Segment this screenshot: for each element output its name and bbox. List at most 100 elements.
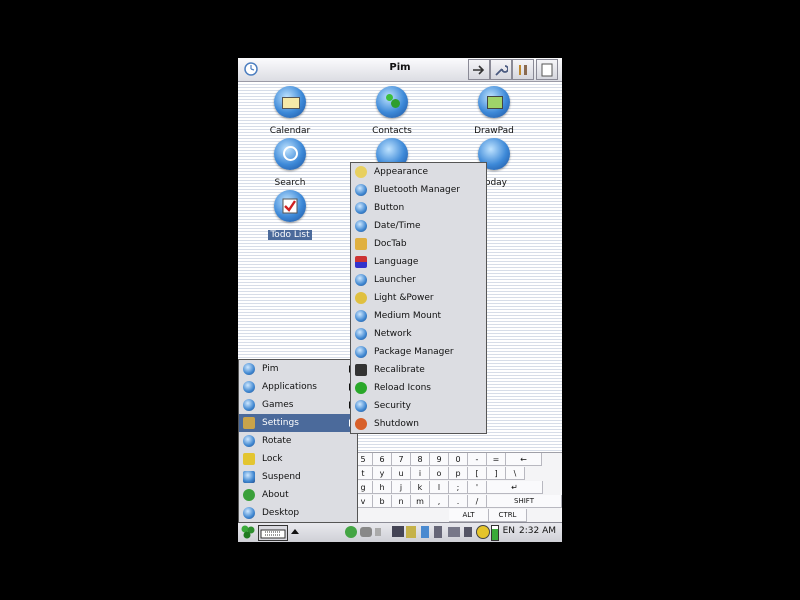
key[interactable]: [ bbox=[468, 467, 487, 480]
backspace-key[interactable]: ← bbox=[506, 453, 542, 466]
calendar-icon bbox=[274, 86, 306, 118]
key[interactable]: ; bbox=[449, 481, 468, 494]
terminal-icon[interactable] bbox=[392, 526, 404, 537]
menu-item-desktop[interactable]: Desktop bbox=[239, 504, 357, 522]
key[interactable]: ' bbox=[468, 481, 487, 494]
enter-key[interactable]: ↵ bbox=[487, 481, 543, 494]
settings-button[interactable] bbox=[512, 59, 534, 80]
keyboard-toggle-button[interactable] bbox=[258, 525, 288, 541]
onscreen-keyboard[interactable]: 5 6 7 8 9 0 - = ← t y u i o p [ ] \ g h … bbox=[354, 452, 562, 523]
menu-item-pim[interactable]: Pim bbox=[239, 360, 357, 378]
tab-switch-button[interactable] bbox=[468, 59, 490, 80]
document-button[interactable] bbox=[536, 59, 558, 80]
key[interactable]: o bbox=[430, 467, 449, 480]
key[interactable]: / bbox=[468, 495, 487, 508]
key[interactable]: p bbox=[449, 467, 468, 480]
light-icon[interactable] bbox=[476, 525, 490, 539]
key[interactable]: 9 bbox=[430, 453, 449, 466]
app-calendar[interactable]: Calendar bbox=[254, 86, 326, 137]
menu-item-bluetooth-manager[interactable]: Bluetooth Manager bbox=[351, 181, 486, 199]
keyboard-row-2: t y u i o p [ ] \ bbox=[354, 467, 525, 481]
games-icon bbox=[243, 399, 255, 411]
recalibrate-icon bbox=[355, 364, 367, 376]
ctrl-key[interactable]: CTRL bbox=[489, 509, 527, 522]
suspend-icon bbox=[243, 471, 255, 483]
menu-item-doctab[interactable]: DocTab bbox=[351, 235, 486, 253]
menu-item-lock[interactable]: Lock bbox=[239, 450, 357, 468]
language-indicator[interactable]: EN bbox=[503, 526, 515, 536]
key[interactable]: - bbox=[468, 453, 487, 466]
input-method-arrow-icon[interactable] bbox=[291, 529, 299, 534]
start-menu-icon[interactable] bbox=[240, 524, 256, 540]
menu-item-applications[interactable]: Applications bbox=[239, 378, 357, 396]
menu-item-button[interactable]: Button bbox=[351, 199, 486, 217]
pim-icon bbox=[243, 363, 255, 375]
menu-item-reload-icons[interactable]: Reload Icons bbox=[351, 379, 486, 397]
keyboard-row-3: g h j k l ; ' ↵ bbox=[354, 481, 543, 495]
menu-item-settings[interactable]: Settings bbox=[239, 414, 357, 432]
title-bar: Pim bbox=[238, 58, 562, 82]
menu-item-light-power[interactable]: Light &Power bbox=[351, 289, 486, 307]
camera-icon[interactable] bbox=[360, 527, 372, 537]
key[interactable]: m bbox=[411, 495, 430, 508]
battery-icon[interactable] bbox=[491, 525, 499, 541]
wrench-icon bbox=[495, 64, 508, 76]
key[interactable]: y bbox=[373, 467, 392, 480]
document-icon bbox=[541, 63, 553, 76]
mouse-icon[interactable] bbox=[464, 527, 472, 537]
key[interactable]: = bbox=[487, 453, 506, 466]
key[interactable]: 0 bbox=[449, 453, 468, 466]
menu-item-network[interactable]: Network bbox=[351, 325, 486, 343]
tools-button[interactable] bbox=[490, 59, 512, 80]
key[interactable]: l bbox=[430, 481, 449, 494]
app-contacts[interactable]: Contacts bbox=[356, 86, 428, 137]
key[interactable]: 7 bbox=[392, 453, 411, 466]
menu-item-suspend[interactable]: Suspend bbox=[239, 468, 357, 486]
sync-icon[interactable] bbox=[345, 526, 357, 538]
menu-item-date-time[interactable]: Date/Time bbox=[351, 217, 486, 235]
reload-icon bbox=[355, 382, 367, 394]
key[interactable]: 8 bbox=[411, 453, 430, 466]
menu-item-appearance[interactable]: Appearance bbox=[351, 163, 486, 181]
key[interactable]: . bbox=[449, 495, 468, 508]
key[interactable]: j bbox=[392, 481, 411, 494]
menu-item-recalibrate[interactable]: Recalibrate bbox=[351, 361, 486, 379]
key[interactable]: b bbox=[373, 495, 392, 508]
menu-item-security[interactable]: Security bbox=[351, 397, 486, 415]
security-icon bbox=[355, 400, 367, 412]
clipboard-icon[interactable] bbox=[406, 526, 416, 538]
app-drawpad[interactable]: DrawPad bbox=[458, 86, 530, 137]
app-todo-list[interactable]: Todo List bbox=[254, 190, 326, 241]
menu-item-about[interactable]: About bbox=[239, 486, 357, 504]
key[interactable]: h bbox=[373, 481, 392, 494]
menu-item-rotate[interactable]: Rotate bbox=[239, 432, 357, 450]
bluetooth-icon[interactable] bbox=[434, 526, 442, 538]
menu-item-language[interactable]: Language bbox=[351, 253, 486, 271]
key[interactable]: \ bbox=[506, 467, 525, 480]
package-manager-icon bbox=[355, 346, 367, 358]
clock[interactable]: 2:32 AM bbox=[519, 526, 556, 536]
key[interactable]: 6 bbox=[373, 453, 392, 466]
key[interactable]: i bbox=[411, 467, 430, 480]
menu-item-package-manager[interactable]: Package Manager bbox=[351, 343, 486, 361]
bluetooth-manager-icon bbox=[355, 184, 367, 196]
key[interactable]: n bbox=[392, 495, 411, 508]
contacts-icon bbox=[376, 86, 408, 118]
network-icon[interactable] bbox=[448, 527, 460, 537]
alt-key[interactable]: ALT bbox=[449, 509, 489, 522]
search-icon bbox=[274, 138, 306, 170]
menu-item-shutdown[interactable]: Shutdown bbox=[351, 415, 486, 433]
menu-item-medium-mount[interactable]: Medium Mount bbox=[351, 307, 486, 325]
key[interactable]: , bbox=[430, 495, 449, 508]
menu-item-launcher[interactable]: Launcher bbox=[351, 271, 486, 289]
key[interactable]: u bbox=[392, 467, 411, 480]
key[interactable]: ] bbox=[487, 467, 506, 480]
todo-list-icon bbox=[274, 190, 306, 222]
menu-item-games[interactable]: Games bbox=[239, 396, 357, 414]
shift-key[interactable]: SHIFT bbox=[487, 495, 562, 508]
key[interactable]: k bbox=[411, 481, 430, 494]
shutdown-icon bbox=[355, 418, 367, 430]
speaker-icon[interactable] bbox=[375, 528, 381, 536]
app-search[interactable]: Search bbox=[254, 138, 326, 189]
memory-card-icon[interactable] bbox=[421, 526, 429, 538]
